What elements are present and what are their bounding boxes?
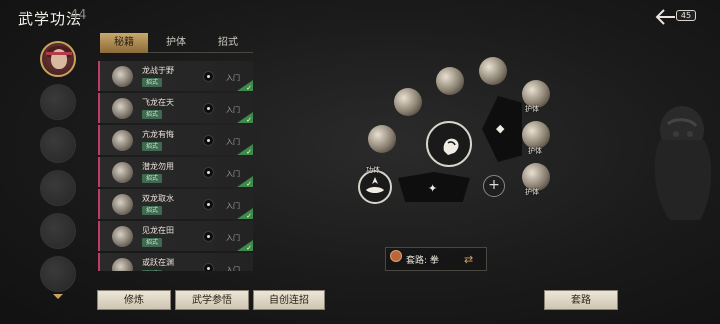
eye-icon[interactable]	[203, 231, 214, 242]
skill-slot-orb[interactable]	[436, 67, 464, 95]
scroll-down-icon[interactable]	[53, 294, 63, 299]
list-item[interactable]: 双龙取水 招式 入门	[98, 189, 253, 219]
back-button[interactable]: 45	[654, 8, 700, 28]
skill-level: 入门	[226, 234, 240, 242]
eye-icon[interactable]	[203, 103, 214, 114]
skill-level: 入门	[226, 266, 240, 271]
skill-tag: 招式	[142, 238, 163, 247]
skill-icon	[112, 130, 133, 151]
avatar-slot[interactable]	[40, 127, 76, 163]
skill-level: 入门	[226, 170, 240, 178]
lotus-icon	[366, 177, 384, 193]
tab-miji[interactable]: 秘籍	[100, 33, 148, 53]
skill-tag: 招式	[142, 142, 163, 151]
skill-icon	[112, 226, 133, 247]
routine-box[interactable]: 套路: 拳 ⇄	[385, 247, 487, 271]
skill-slot-orb[interactable]	[394, 88, 422, 116]
list-item[interactable]: 或跃在渊 招式 入门	[98, 253, 253, 271]
skill-icon	[112, 98, 133, 119]
skill-name: 飞龙在天	[142, 98, 174, 107]
stance-icon: ◆	[496, 122, 505, 135]
plus-icon[interactable]: +	[483, 175, 505, 197]
skill-level: 入门	[226, 106, 240, 114]
title-number: 44	[70, 8, 87, 23]
skill-name: 潜龙勿用	[142, 162, 174, 171]
eye-icon[interactable]	[203, 199, 214, 210]
custom-combo-button[interactable]: 自创连招	[253, 290, 325, 310]
skill-tag: 招式	[142, 174, 163, 183]
comprehend-button[interactable]: 武学参悟	[175, 290, 249, 310]
list-item[interactable]: 潜龙勿用 招式 入门	[98, 157, 253, 187]
routine-label: 套路:	[406, 256, 428, 266]
kick-icon: ✦	[428, 182, 438, 195]
huti-label: 护体	[525, 105, 539, 113]
center-skill-orb[interactable]	[426, 121, 472, 167]
skill-tag: 招式	[142, 110, 163, 119]
routine-button[interactable]: 套路	[544, 290, 618, 310]
skill-tag: 招式	[142, 78, 163, 87]
huti-slot-orb[interactable]	[522, 121, 550, 149]
skill-tag: 招式	[142, 206, 163, 215]
skill-level: 入门	[226, 74, 240, 82]
huti-label: 护体	[528, 147, 542, 155]
tab-zhaoshi[interactable]: 招式	[204, 33, 252, 53]
routine-value: 拳	[429, 256, 439, 266]
character-figure	[654, 106, 712, 220]
skill-icon	[112, 162, 133, 183]
skill-name: 龙战于野	[142, 66, 174, 75]
skill-icon	[112, 194, 133, 215]
avatar-slot[interactable]	[40, 213, 76, 249]
gongti-orb[interactable]	[358, 170, 392, 204]
skill-level: 入门	[226, 138, 240, 146]
skill-name: 见龙在田	[142, 226, 174, 235]
list-item[interactable]: 见龙在田 招式 入门	[98, 221, 253, 251]
eye-icon[interactable]	[203, 263, 214, 271]
avatar-slot[interactable]	[40, 170, 76, 206]
avatar-slot[interactable]	[40, 84, 76, 120]
skill-name: 亢龙有悔	[142, 130, 174, 139]
list-item[interactable]: 龙战于野 招式 入门	[98, 61, 253, 91]
skill-name: 或跃在渊	[142, 258, 174, 267]
back-arrow-icon	[655, 9, 675, 25]
list-item[interactable]: 飞龙在天 招式 入门	[98, 93, 253, 123]
avatar-slot[interactable]	[40, 256, 76, 292]
tab-huti[interactable]: 护体	[152, 33, 200, 53]
tab-bar: 秘籍 护体 招式	[100, 33, 253, 53]
routine-icon	[390, 250, 402, 262]
eye-icon[interactable]	[203, 71, 214, 82]
skill-list: 龙战于野 招式 入门 飞龙在天 招式 入门 亢龙有悔 招式 入门 潜龙勿用 招式…	[98, 59, 254, 271]
avatar-selected[interactable]	[40, 41, 76, 77]
eye-icon[interactable]	[203, 135, 214, 146]
skill-name: 双龙取水	[142, 194, 174, 203]
skill-slot-orb[interactable]	[368, 125, 396, 153]
eye-icon[interactable]	[203, 167, 214, 178]
skill-icon	[112, 66, 133, 87]
list-item[interactable]: 亢龙有悔 招式 入门	[98, 125, 253, 155]
fist-icon	[443, 138, 459, 155]
skill-slot-orb[interactable]	[479, 57, 507, 85]
skill-tag: 招式	[142, 270, 163, 271]
huti-label: 护体	[525, 188, 539, 196]
back-badge: 45	[676, 10, 696, 21]
gongti-label: 功体	[366, 166, 380, 174]
skill-icon	[112, 258, 133, 271]
practice-button[interactable]: 修炼	[97, 290, 171, 310]
swap-icon[interactable]: ⇄	[464, 253, 473, 266]
skill-level: 入门	[226, 202, 240, 210]
